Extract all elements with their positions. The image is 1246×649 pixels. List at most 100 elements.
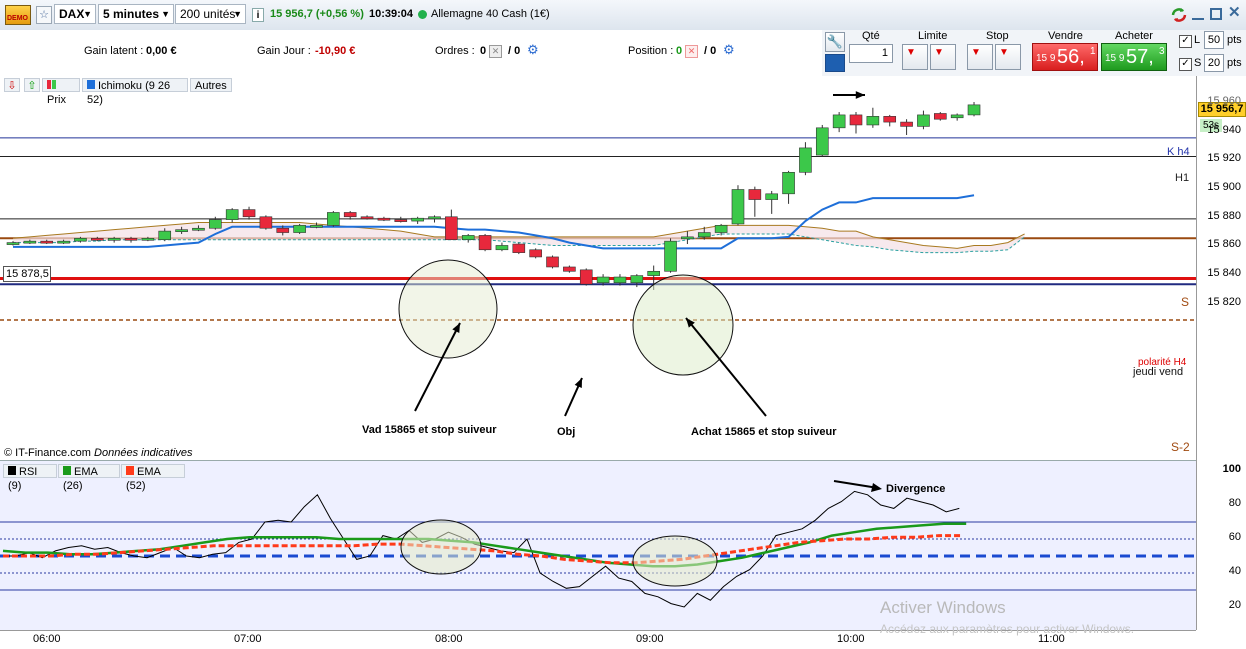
candle-body xyxy=(731,189,745,225)
candle-body xyxy=(192,227,205,231)
x-tick: 10:00 xyxy=(837,633,865,645)
legend-ichimoku[interactable]: Ichimoku (9 26 52) xyxy=(82,78,188,106)
rsi-panel[interactable]: RSI (9) EMA (26) EMA (52) Divergence xyxy=(0,460,1196,631)
s-label: S xyxy=(1194,57,1202,69)
candle-body xyxy=(158,230,172,241)
stop-label: Stop xyxy=(986,30,1009,42)
s-points-input[interactable]: 20 xyxy=(1204,54,1224,72)
qty-value: 1 xyxy=(881,47,888,59)
legend-rsi[interactable]: RSI (9) xyxy=(3,464,57,492)
sell-button[interactable]: 15 9 56, 1 xyxy=(1032,43,1098,71)
candle-body xyxy=(613,276,627,284)
timeframe-select[interactable]: 5 minutes ▼ xyxy=(98,4,174,24)
annotation-achat: Achat 15865 et stop suiveur xyxy=(691,426,837,438)
market-name: Allemagne 40 Cash (1€) xyxy=(431,8,550,20)
annotation-circle-achat xyxy=(632,274,734,376)
candle-body xyxy=(967,104,981,116)
price-box-label: 15 878,5 xyxy=(6,268,49,280)
candle-body xyxy=(950,114,964,119)
candle-body xyxy=(343,212,357,218)
sell-price-big: 56, xyxy=(1057,46,1085,68)
ordres-count: 0 xyxy=(480,45,487,57)
price-box: 15 878,5 xyxy=(3,266,51,282)
expand-up-button[interactable]: ⇧ xyxy=(24,78,40,92)
activate-windows-subtitle: Accédez aux paramètres pour activer Wind… xyxy=(880,622,1135,636)
order-panel: 🔧 Qté 1 Limite ▼ ▼ Stop ▼ ▼ Vendre 15 9 … xyxy=(822,30,1246,77)
candle-body xyxy=(293,225,306,233)
price-chart[interactable]: ⇩ ⇧ Prix Ichimoku (9 26 52) Autres 15 87… xyxy=(0,76,1196,460)
candle-body xyxy=(546,256,559,268)
collapse-down-button[interactable]: ⇩ xyxy=(4,78,20,92)
s-checkbox[interactable]: ✓ xyxy=(1179,58,1192,71)
price-chart-svg[interactable] xyxy=(0,76,1196,460)
limite-buy-button[interactable]: ▼ xyxy=(902,44,928,70)
keyboard-icon[interactable] xyxy=(825,54,845,72)
units-select[interactable]: 200 unités ▼ xyxy=(175,4,246,24)
close-icon[interactable]: ✕ xyxy=(1228,5,1242,21)
candle-body xyxy=(900,121,913,127)
position-label: Position : xyxy=(628,45,674,57)
candle-body xyxy=(327,212,340,226)
rsi-chart-svg[interactable] xyxy=(0,461,1196,631)
candle-body xyxy=(529,249,542,258)
y-tick-price: 15 920 xyxy=(1207,152,1241,165)
instrument-label: DAX xyxy=(59,7,85,21)
candle-body xyxy=(107,237,121,241)
stop-sell-button[interactable]: ▼ xyxy=(995,44,1021,70)
y-tick-price: 15 820 xyxy=(1207,295,1241,308)
minimize-icon[interactable] xyxy=(1192,8,1204,20)
copyright-label: © IT-Finance.com xyxy=(4,447,91,459)
candle-body xyxy=(445,216,458,241)
candle-body xyxy=(394,219,408,222)
candle-body xyxy=(310,225,323,228)
l-points-input[interactable]: 50 xyxy=(1204,31,1224,49)
y-axis[interactable]: 15 956,7 53s 15 960 15 940 15 920 15 900 15 … xyxy=(1196,76,1246,630)
level-s2: S-2 xyxy=(1171,440,1190,454)
ordres-gear-icon[interactable]: ⚙ xyxy=(527,42,539,58)
legend-autres-button[interactable]: Autres xyxy=(190,78,232,92)
annotation-circle-vad xyxy=(398,259,498,359)
candle-body xyxy=(242,209,256,218)
position-gear-icon[interactable]: ⚙ xyxy=(723,42,735,58)
candle-body xyxy=(276,227,290,233)
y-tick-price: 15 860 xyxy=(1207,238,1241,251)
s-points-value: 20 xyxy=(1207,57,1221,69)
demo-label: DEMO xyxy=(7,15,28,22)
acheter-label: Acheter xyxy=(1115,30,1153,42)
limite-sell-button[interactable]: ▼ xyxy=(930,44,956,70)
tools-icon[interactable]: 🔧 xyxy=(825,32,845,52)
vendre-label: Vendre xyxy=(1048,30,1083,42)
legend-ema26[interactable]: EMA (26) xyxy=(58,464,120,492)
l-checkbox[interactable]: ✓ xyxy=(1179,35,1192,48)
instrument-select[interactable]: DAX ▼ xyxy=(54,4,96,24)
annotation-divergence: Divergence xyxy=(886,483,946,495)
y-tick-price: 15 880 xyxy=(1207,209,1241,222)
top-toolbar: DEMO ☆ DAX ▼ 5 minutes ▼ 200 unités ▼ i 15 … xyxy=(0,0,1246,31)
ema52-color-icon xyxy=(126,466,134,475)
stop-buy-button[interactable]: ▼ xyxy=(967,44,993,70)
close-positions-icon[interactable]: ✕ xyxy=(685,45,698,58)
chevron-down-icon: ▼ xyxy=(161,9,170,19)
candle-body xyxy=(40,240,54,244)
gain-jour-value: -10,90 € xyxy=(315,45,356,57)
candle-body xyxy=(411,217,424,222)
info-icon[interactable]: i xyxy=(252,8,264,22)
cancel-orders-icon[interactable]: ✕ xyxy=(489,45,502,58)
candle-body xyxy=(175,229,188,232)
ordres-label: Ordres : xyxy=(435,45,475,57)
l-label: L xyxy=(1194,34,1201,46)
candle-body xyxy=(512,243,526,253)
star-icon[interactable]: ☆ xyxy=(36,6,52,24)
buy-button[interactable]: 15 9 57, 3 xyxy=(1101,43,1167,71)
legend-ema52[interactable]: EMA (52) xyxy=(121,464,185,492)
candle-body xyxy=(832,114,846,129)
maximize-icon[interactable] xyxy=(1210,8,1222,20)
candle-body xyxy=(697,232,711,238)
buy-price-big: 57, xyxy=(1126,46,1154,68)
qty-input[interactable]: 1 xyxy=(849,44,893,63)
candle-body xyxy=(428,216,441,220)
units-label: 200 unités xyxy=(180,7,236,21)
refresh-icon[interactable] xyxy=(1170,6,1188,24)
candle-body xyxy=(714,225,728,233)
legend-prix[interactable]: Prix xyxy=(42,78,80,106)
